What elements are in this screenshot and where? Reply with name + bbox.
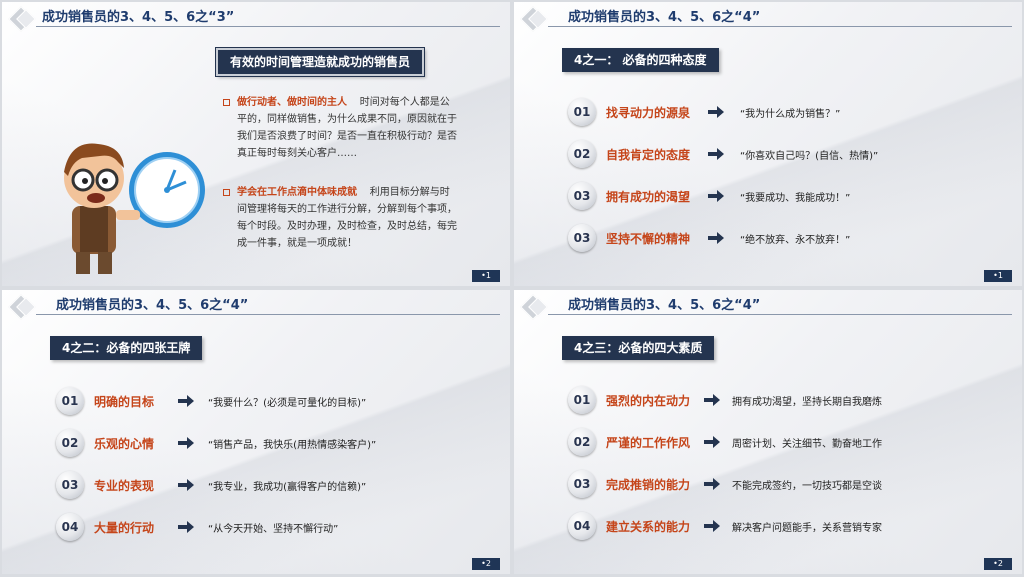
page-number: •1 xyxy=(472,270,500,282)
row-key: 专业的表现 xyxy=(94,479,155,493)
row-desc: 周密计划、关注细节、勤奋地工作 xyxy=(732,439,882,450)
list-item: 03 专业的表现 “我专业，我成功(赢得客户的信赖)” xyxy=(2,470,510,500)
list-item: 02 严谨的工作作风 周密计划、关注细节、勤奋地工作 xyxy=(514,427,1022,457)
row-number-badge: 02 xyxy=(56,429,84,457)
slide-title: 成功销售员的3、4、5、6之“3” xyxy=(42,10,235,25)
point-1-key: 做行动者、做时间的主人 xyxy=(237,97,347,108)
arrow-right-icon xyxy=(178,521,194,533)
point-2: 学会在工作点滴中体味成就 利用目标分解与时间管理将每天的工作进行分解，分解到每个… xyxy=(237,184,459,252)
row-desc: “绝不放弃、永不放弃！” xyxy=(740,235,851,246)
diamond-logo-icon xyxy=(520,294,548,320)
list-item: 02 自我肯定的态度 “你喜欢自己吗？(自信、热情)” xyxy=(514,139,1022,169)
diamond-logo-icon xyxy=(520,6,548,32)
list-item: 01 找寻动力的源泉 “我为什么成为销售？” xyxy=(514,97,1022,127)
arrow-right-icon xyxy=(178,437,194,449)
row-number-badge: 02 xyxy=(568,428,596,456)
slide-1[interactable]: 成功销售员的3、4、5、6之“3” 有效的时间管理造就成功的销售员 做行动者、做… xyxy=(2,2,510,286)
row-number-badge: 04 xyxy=(568,512,596,540)
arrow-right-icon xyxy=(708,232,724,244)
list-item: 03 坚持不懈的精神 “绝不放弃、永不放弃！” xyxy=(514,223,1022,253)
arrow-right-icon xyxy=(704,478,720,490)
slide-2[interactable]: 成功销售员的3、4、5、6之“4” 4之一： 必备的四种态度 01 找寻动力的源… xyxy=(514,2,1022,286)
arrow-right-icon xyxy=(708,190,724,202)
page-number: •1 xyxy=(984,270,1012,282)
row-key: 乐观的心情 xyxy=(94,437,155,451)
bullet-square-icon xyxy=(223,99,230,106)
row-desc: “我为什么成为销售？” xyxy=(740,109,841,120)
row-desc: “销售产品，我快乐(用热情感染客户)” xyxy=(208,440,377,451)
row-key: 坚持不懈的精神 xyxy=(606,232,691,246)
arrow-right-icon xyxy=(178,479,194,491)
slide-header: 4之三：必备的四大素质 xyxy=(562,336,715,360)
slide-header: 4之二：必备的四张王牌 xyxy=(50,336,203,360)
slide-title: 成功销售员的3、4、5、6之“4” xyxy=(56,298,249,313)
slide-3[interactable]: 成功销售员的3、4、5、6之“4” 4之二：必备的四张王牌 01 明确的目标 “… xyxy=(2,290,510,574)
row-number-badge: 01 xyxy=(568,98,596,126)
title-divider xyxy=(36,314,500,315)
arrow-right-icon xyxy=(704,394,720,406)
row-key: 找寻动力的源泉 xyxy=(606,106,691,120)
page-number: •2 xyxy=(984,558,1012,570)
page-number: •2 xyxy=(472,558,500,570)
list-item: 02 乐观的心情 “销售产品，我快乐(用热情感染客户)” xyxy=(2,428,510,458)
slide-title: 成功销售员的3、4、5、6之“4” xyxy=(568,10,761,25)
title-divider xyxy=(548,26,1012,27)
row-desc: 解决客户问题能手，关系营销专家 xyxy=(732,523,882,534)
point-2-key: 学会在工作点滴中体味成就 xyxy=(237,187,357,198)
list-item: 03 拥有成功的渴望 “我要成功、我能成功！” xyxy=(514,181,1022,211)
list-item: 01 强烈的内在动力 拥有成功渴望，坚持长期自我磨炼 xyxy=(514,385,1022,415)
arrow-right-icon xyxy=(704,520,720,532)
row-key: 大量的行动 xyxy=(94,521,155,535)
clock-icon xyxy=(129,152,205,228)
row-number-badge: 01 xyxy=(56,387,84,415)
row-desc: “从今天开始、坚持不懈行动” xyxy=(208,524,339,535)
row-key: 自我肯定的态度 xyxy=(606,148,691,162)
salesman-figure xyxy=(64,143,140,274)
row-key: 建立关系的能力 xyxy=(606,520,691,534)
list-item: 03 完成推销的能力 不能完成签约，一切技巧都是空谈 xyxy=(514,469,1022,499)
row-key: 强烈的内在动力 xyxy=(606,394,691,408)
row-number-badge: 04 xyxy=(56,513,84,541)
diamond-logo-icon xyxy=(8,294,36,320)
row-number-badge: 03 xyxy=(568,470,596,498)
row-number-badge: 01 xyxy=(568,386,596,414)
slide-4[interactable]: 成功销售员的3、4、5、6之“4” 4之三：必备的四大素质 01 强烈的内在动力… xyxy=(514,290,1022,574)
row-key: 拥有成功的渴望 xyxy=(606,190,691,204)
slide-header: 有效的时间管理造就成功的销售员 xyxy=(214,47,426,77)
cartoon-salesman-illustration xyxy=(64,143,205,274)
slide-header: 4之一： 必备的四种态度 xyxy=(562,48,719,72)
title-divider xyxy=(548,314,1012,315)
row-desc: 不能完成签约，一切技巧都是空谈 xyxy=(732,481,882,492)
row-desc: 拥有成功渴望，坚持长期自我磨炼 xyxy=(732,397,882,408)
slide-title: 成功销售员的3、4、5、6之“4” xyxy=(568,298,761,313)
row-key: 完成推销的能力 xyxy=(606,478,691,492)
row-desc: “我专业，我成功(赢得客户的信赖)” xyxy=(208,482,367,493)
row-desc: “我要成功、我能成功！” xyxy=(740,193,851,204)
row-number-badge: 03 xyxy=(568,224,596,252)
row-key: 严谨的工作作风 xyxy=(606,436,691,450)
title-divider xyxy=(36,26,500,27)
row-key: 明确的目标 xyxy=(94,395,155,409)
point-1: 做行动者、做时间的主人 时间对每个人都是公平的，同样做销售，为什么成果不同，原因… xyxy=(237,94,459,162)
arrow-right-icon xyxy=(704,436,720,448)
list-item: 04 大量的行动 “从今天开始、坚持不懈行动” xyxy=(2,512,510,542)
row-number-badge: 03 xyxy=(568,182,596,210)
arrow-right-icon xyxy=(708,148,724,160)
arrow-right-icon xyxy=(178,395,194,407)
arrow-right-icon xyxy=(708,106,724,118)
bullet-square-icon xyxy=(223,189,230,196)
row-number-badge: 03 xyxy=(56,471,84,499)
row-desc: “你喜欢自己吗？(自信、热情)” xyxy=(740,151,879,162)
row-desc: “我要什么？(必须是可量化的目标)” xyxy=(208,398,367,409)
row-number-badge: 02 xyxy=(568,140,596,168)
list-item: 01 明确的目标 “我要什么？(必须是可量化的目标)” xyxy=(2,386,510,416)
list-item: 04 建立关系的能力 解决客户问题能手，关系营销专家 xyxy=(514,511,1022,541)
diamond-logo-icon xyxy=(8,6,36,32)
